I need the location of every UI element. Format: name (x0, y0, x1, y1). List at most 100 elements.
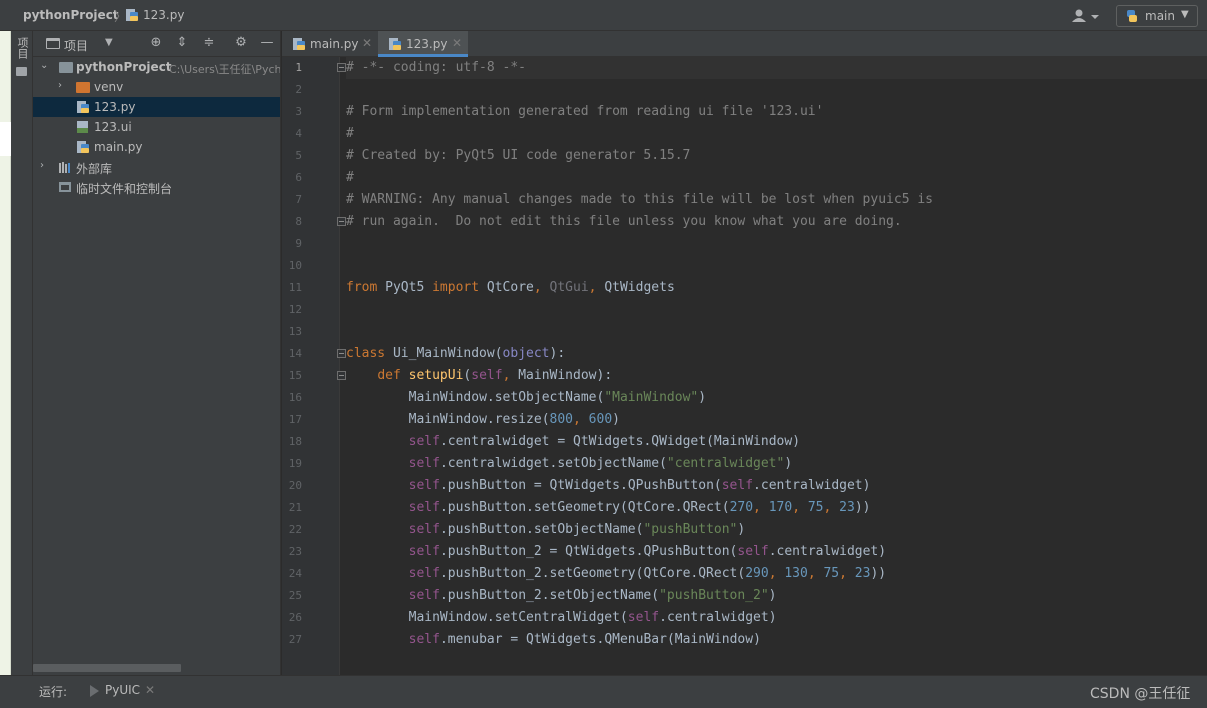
line-number: 6 (295, 171, 302, 184)
run-tool-bar: 运行: PyUIC ✕ CSDN @王任征 (0, 675, 1207, 708)
chevron-right-icon[interactable]: › (58, 80, 68, 91)
line-number: 11 (288, 281, 302, 294)
background-window-edge (0, 31, 11, 708)
tree-item-label: venv (94, 80, 124, 94)
line-number: 16 (288, 391, 302, 404)
branch-selector[interactable]: main ▼ (1116, 5, 1198, 27)
expand-all-icon[interactable]: ⇕ (174, 35, 190, 51)
tree-item-123-py[interactable]: 123.py (33, 97, 280, 117)
code-line: MainWindow.resize(800, 600) (408, 412, 620, 427)
code-line: self.pushButton_2.setGeometry(QtCore.QRe… (408, 566, 887, 581)
run-icon (90, 685, 99, 697)
line-number: 9 (295, 237, 302, 250)
line-number: 19 (288, 457, 302, 470)
line-number: 7 (295, 193, 302, 206)
project-panel-title[interactable]: 项目 (64, 37, 88, 54)
close-icon[interactable]: ✕ (362, 36, 372, 50)
project-tool-tab[interactable]: 项目 (14, 37, 30, 67)
title-bar: pythonProject 〉 123.py main ▼ (0, 0, 1207, 31)
run-tab-pyuic[interactable]: PyUIC (105, 683, 140, 697)
code-line: # (346, 170, 354, 185)
tree-item-project[interactable]: ⌄ pythonProject C:\Users\王任征\PycharmProj… (33, 57, 281, 77)
fold-marker-icon[interactable] (337, 349, 346, 358)
tree-item-123-ui[interactable]: 123.ui (33, 117, 280, 137)
python-file-icon (77, 101, 89, 113)
ui-file-icon (77, 121, 88, 133)
line-number: 12 (288, 303, 302, 316)
breadcrumb-file[interactable]: 123.py (143, 8, 184, 22)
locate-icon[interactable]: ⊕ (148, 35, 164, 51)
chevron-down-icon: ▼ (1181, 9, 1189, 20)
line-number: 23 (288, 545, 302, 558)
breadcrumb-project[interactable]: pythonProject (23, 8, 119, 22)
background-window-highlight (0, 122, 11, 156)
line-number: 14 (288, 347, 302, 360)
code-line: self.pushButton = QtWidgets.QPushButton(… (408, 478, 871, 493)
project-window-icon (46, 38, 60, 49)
tree-item-path: C:\Users\王任征\PycharmProjects\pythonProje… (169, 63, 281, 76)
line-number: 4 (295, 127, 302, 140)
code-line: self.menubar = QtWidgets.QMenuBar(MainWi… (408, 632, 761, 647)
tree-item-external-libraries[interactable]: › 外部库 (33, 157, 280, 177)
tree-item-venv[interactable]: › venv (33, 77, 280, 97)
branch-label: main (1145, 9, 1175, 23)
account-menu-button[interactable] (1071, 8, 1101, 24)
code-line: # Form implementation generated from rea… (346, 104, 824, 119)
code-line: MainWindow.setObjectName("MainWindow") (408, 390, 707, 405)
code-line: self.pushButton_2 = QtWidgets.QPushButto… (408, 544, 887, 559)
chevron-right-icon[interactable]: › (40, 160, 50, 171)
tree-item-label: 临时文件和控制台 (76, 182, 173, 196)
folder-icon (76, 82, 90, 93)
line-number: 25 (288, 589, 302, 602)
line-number: 18 (288, 435, 302, 448)
editor-area: main.py ✕ 123.py ✕ 1 2 3 4 5 6 7 8 9 10 11 12 13 14 15… (282, 31, 1207, 675)
fold-marker-icon[interactable] (337, 63, 346, 72)
tree-item-main-py[interactable]: main.py (33, 137, 280, 157)
python-file-icon (126, 9, 138, 21)
code-line: from PyQt5 import QtCore, QtGui, QtWidge… (346, 280, 675, 295)
tab-main-py[interactable]: main.py ✕ (282, 31, 376, 57)
close-icon[interactable]: ✕ (145, 683, 155, 697)
user-icon (1072, 9, 1099, 22)
code-line: self.pushButton_2.setObjectName("pushBut… (408, 588, 777, 603)
horizontal-scrollbar[interactable] (33, 664, 181, 672)
python-file-icon (293, 38, 305, 50)
close-icon[interactable]: ✕ (452, 36, 462, 50)
tree-item-label: pythonProject (76, 60, 172, 74)
line-number: 5 (295, 149, 302, 162)
watermark: CSDN @王任征 (1090, 686, 1191, 702)
tab-label: 123.py (406, 37, 448, 51)
code-editor[interactable]: # -*- coding: utf-8 -*- # Form implementa… (346, 57, 1207, 675)
tree-item-scratches[interactable]: 临时文件和控制台 (33, 177, 280, 197)
code-line: MainWindow.setCentralWidget(self.central… (408, 610, 777, 625)
gear-icon[interactable]: ⚙ (233, 35, 249, 51)
line-number: 21 (288, 501, 302, 514)
fold-marker-icon[interactable] (337, 371, 346, 380)
minimize-icon[interactable]: — (259, 35, 275, 51)
line-number: 20 (288, 479, 302, 492)
run-label: 运行: (39, 685, 68, 699)
code-line: # WARNING: Any manual changes made to th… (346, 192, 933, 207)
tab-123-py[interactable]: 123.py ✕ (378, 31, 468, 57)
line-number: 27 (288, 633, 302, 646)
chevron-down-icon[interactable]: ⌄ (40, 60, 50, 71)
tool-window-strip: 项目 (11, 31, 33, 675)
line-number: 2 (295, 83, 302, 96)
library-icon (59, 162, 70, 173)
python-file-icon (389, 38, 401, 50)
tab-label: main.py (310, 37, 359, 51)
code-line: # run again. Do not edit this file unles… (346, 214, 902, 229)
code-line: # (346, 126, 354, 141)
python-logo-icon (1127, 10, 1137, 22)
line-number: 24 (288, 567, 302, 580)
code-line: class Ui_MainWindow(object): (346, 346, 566, 361)
line-number: 15 (288, 369, 302, 382)
chevron-down-icon[interactable]: ▼ (105, 37, 113, 48)
fold-marker-icon[interactable] (337, 217, 346, 226)
collapse-all-icon[interactable]: ≑ (201, 35, 217, 51)
code-line: # -*- coding: utf-8 -*- (346, 57, 1207, 79)
code-line: def setupUi(self, MainWindow): (377, 368, 613, 383)
